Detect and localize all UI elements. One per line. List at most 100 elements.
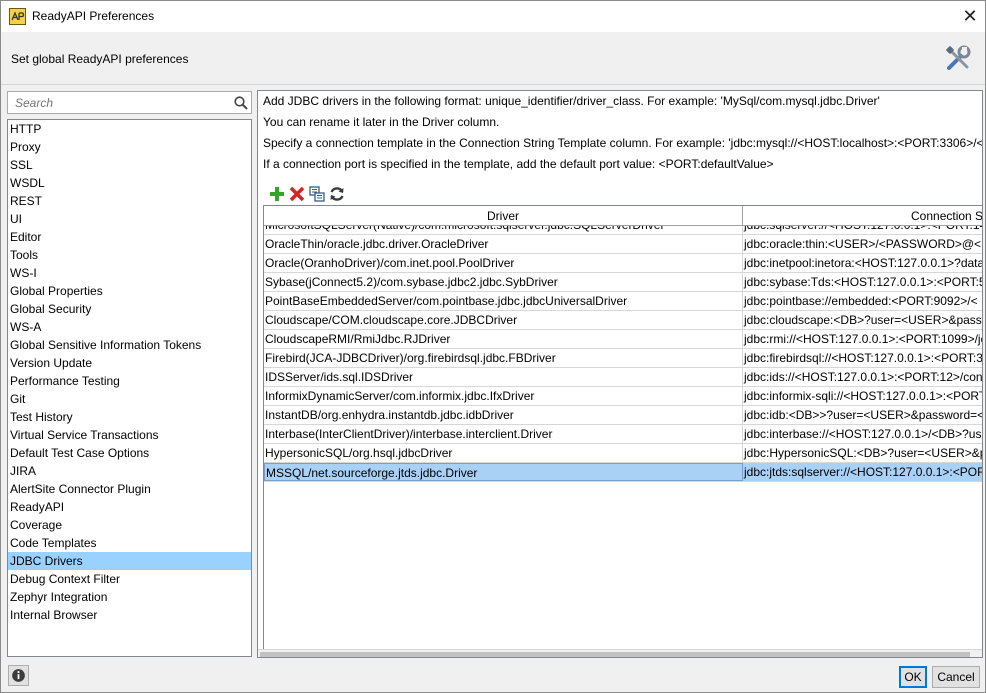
refresh-icon[interactable]	[328, 185, 346, 203]
connection-string-cell[interactable]: jdbc:firebirdsql://<HOST:127.0.0.1>:<POR…	[743, 349, 982, 367]
nav-item[interactable]: SSL	[8, 156, 251, 174]
nav-item[interactable]: Tools	[8, 246, 251, 264]
nav-item[interactable]: Code Templates	[8, 534, 251, 552]
connection-string-cell[interactable]: jdbc:informix-sqli://<HOST:127.0.0.1>:<P…	[743, 387, 982, 405]
table-row[interactable]: Oracle(OranhoDriver)/com.inet.pool.PoolD…	[264, 254, 982, 273]
table-row[interactable]: CloudscapeRMI/RmiJdbc.RJDriver jdbc:rmi:/…	[264, 330, 982, 349]
driver-cell[interactable]: PointBaseEmbeddedServer/com.pointbase.jd…	[264, 292, 743, 310]
connection-string-cell[interactable]: jdbc:HypersonicSQL:<DB>?user=<USER>&p	[743, 444, 982, 462]
column-header-driver[interactable]: Driver	[264, 206, 743, 226]
readyapi-app-icon	[9, 8, 26, 25]
ok-button[interactable]: OK	[899, 666, 927, 688]
jdbc-drivers-panel: Add JDBC drivers in the following format…	[257, 90, 983, 658]
driver-cell[interactable]: Sybase(jConnect5.2)/com.sybase.jdbc2.jdb…	[264, 273, 743, 291]
nav-item[interactable]: Default Test Case Options	[8, 444, 251, 462]
nav-item[interactable]: Editor	[8, 228, 251, 246]
info-line-rename: You can rename it later in the Driver co…	[263, 115, 500, 129]
nav-item[interactable]: WSDL	[8, 174, 251, 192]
info-icon[interactable]	[8, 665, 29, 686]
horizontal-scrollbar[interactable]	[258, 649, 982, 657]
copy-icon[interactable]	[308, 185, 326, 203]
search-box	[7, 91, 252, 114]
nav-item[interactable]: UI	[8, 210, 251, 228]
driver-cell[interactable]: Interbase(InterClientDriver)/interbase.i…	[264, 425, 743, 443]
connection-string-cell[interactable]: jdbc:inetpool:inetora:<HOST:127.0.0.1>?d…	[743, 254, 982, 272]
nav-item[interactable]: WS-A	[8, 318, 251, 336]
nav-item[interactable]: Debug Context Filter	[8, 570, 251, 588]
driver-cell[interactable]: InstantDB/org.enhydra.instantdb.jdbc.idb…	[264, 406, 743, 424]
driver-cell[interactable]: InformixDynamicServer/com.informix.jdbc.…	[264, 387, 743, 405]
driver-cell[interactable]: Cloudscape/COM.cloudscape.core.JDBCDrive…	[264, 311, 743, 329]
info-line-format: Add JDBC drivers in the following format…	[263, 94, 880, 108]
connection-string-cell[interactable]: jdbc:cloudscape:<DB>?user=<USER>&passw	[743, 311, 982, 329]
search-icon[interactable]	[234, 96, 248, 110]
nav-item[interactable]: Internal Browser	[8, 606, 251, 624]
table-row[interactable]: IDSServer/ids.sql.IDSDriver jdbc:ids://<H…	[264, 368, 982, 387]
nav-item[interactable]: Test History	[8, 408, 251, 426]
window-title: ReadyAPI Preferences	[32, 9, 155, 23]
nav-item[interactable]: JDBC Drivers	[8, 552, 251, 570]
nav-item[interactable]: Version Update	[8, 354, 251, 372]
nav-item[interactable]: Virtual Service Transactions	[8, 426, 251, 444]
nav-item[interactable]: AlertSite Connector Plugin	[8, 480, 251, 498]
nav-item[interactable]: Global Security	[8, 300, 251, 318]
cancel-button[interactable]: Cancel	[932, 666, 980, 688]
connection-string-cell[interactable]: jdbc:rmi://<HOST:127.0.0.1>:<PORT:1099>/…	[743, 330, 982, 348]
info-line-port: If a connection port is specified in the…	[263, 157, 774, 171]
driver-cell[interactable]: CloudscapeRMI/RmiJdbc.RJDriver	[264, 330, 743, 348]
driver-cell[interactable]: MSSQL/net.sourceforge.jtds.jdbc.Driver	[264, 463, 743, 481]
nav-item[interactable]: HTTP	[8, 120, 251, 138]
table-header: Driver Connection S	[264, 206, 982, 226]
remove-icon[interactable]	[288, 185, 306, 203]
nav-item[interactable]: Proxy	[8, 138, 251, 156]
table-row[interactable]: HypersonicSQL/org.hsql.jdbcDriver jdbc:Hy…	[264, 444, 982, 463]
nav-item[interactable]: Zephyr Integration	[8, 588, 251, 606]
driver-cell[interactable]: Firebird(JCA-JDBCDriver)/org.firebirdsql…	[264, 349, 743, 367]
connection-string-cell[interactable]: jdbc:idb:<DB>>?user=<USER>&password=<	[743, 406, 982, 424]
connection-string-cell[interactable]: jdbc:jtds:sqlserver://<HOST:127.0.0.1>:<…	[743, 463, 982, 481]
table-row[interactable]: MSSQL/net.sourceforge.jtds.jdbc.Driver jd…	[264, 463, 982, 482]
add-icon[interactable]	[268, 185, 286, 203]
nav-item[interactable]: Git	[8, 390, 251, 408]
table-row[interactable]: InstantDB/org.enhydra.instantdb.jdbc.idb…	[264, 406, 982, 425]
scrollbar-thumb[interactable]	[260, 652, 970, 657]
connection-string-cell[interactable]: jdbc:sybase:Tds:<HOST:127.0.0.1>:<PORT:5…	[743, 273, 982, 291]
driver-cell[interactable]: Oracle(OranhoDriver)/com.inet.pool.PoolD…	[264, 254, 743, 272]
table-row[interactable]: Firebird(JCA-JDBCDriver)/org.firebirdsql…	[264, 349, 982, 368]
connection-string-cell[interactable]: jdbc:pointbase://embedded:<PORT:9092>/<	[743, 292, 982, 310]
driver-cell[interactable]: OracleThin/oracle.jdbc.driver.OracleDriv…	[264, 235, 743, 253]
connection-string-cell[interactable]: jdbc:ids://<HOST:127.0.0.1>:<PORT:12>/co…	[743, 368, 982, 386]
nav-item[interactable]: WS-I	[8, 264, 251, 282]
jdbc-drivers-table: Driver Connection S MicrosoftSQLServer(N…	[263, 205, 982, 650]
preferences-nav-list: HTTP Proxy SSL WSDL REST UI Editor Tools WS-I Glo…	[7, 119, 252, 657]
tools-icon	[946, 45, 971, 70]
table-row[interactable]: Cloudscape/COM.cloudscape.core.JDBCDrive…	[264, 311, 982, 330]
table-row[interactable]: Sybase(jConnect5.2)/com.sybase.jdbc2.jdb…	[264, 273, 982, 292]
driver-cell[interactable]: IDSServer/ids.sql.IDSDriver	[264, 368, 743, 386]
search-input[interactable]	[10, 94, 225, 111]
connection-string-cell[interactable]: jdbc:sqlserver://<HOST:127.0.0.1>:<PORT:…	[743, 226, 982, 234]
table-row[interactable]: PointBaseEmbeddedServer/com.pointbase.jd…	[264, 292, 982, 311]
driver-cell[interactable]: HypersonicSQL/org.hsql.jdbcDriver	[264, 444, 743, 462]
info-line-template: Specify a connection template in the Con…	[263, 136, 983, 150]
column-header-connection-string[interactable]: Connection S	[743, 206, 982, 226]
table-row[interactable]: MicrosoftSQLServer(Native)/com.microsoft…	[264, 226, 982, 235]
nav-item[interactable]: Global Sensitive Information Tokens	[8, 336, 251, 354]
nav-item[interactable]: REST	[8, 192, 251, 210]
nav-item[interactable]: Performance Testing	[8, 372, 251, 390]
nav-item[interactable]: JIRA	[8, 462, 251, 480]
nav-item[interactable]: Global Properties	[8, 282, 251, 300]
preferences-dialog: ReadyAPI Preferences ✕ Set global ReadyA…	[0, 0, 986, 693]
table-row[interactable]: OracleThin/oracle.jdbc.driver.OracleDriv…	[264, 235, 982, 254]
nav-item[interactable]: ReadyAPI	[8, 498, 251, 516]
title-bar: ReadyAPI Preferences ✕	[1, 1, 985, 32]
driver-cell[interactable]: MicrosoftSQLServer(Native)/com.microsoft…	[264, 226, 743, 234]
close-icon[interactable]: ✕	[956, 3, 984, 29]
table-row[interactable]: InformixDynamicServer/com.informix.jdbc.…	[264, 387, 982, 406]
nav-item[interactable]: Coverage	[8, 516, 251, 534]
table-body: MicrosoftSQLServer(Native)/com.microsoft…	[264, 226, 982, 649]
connection-string-cell[interactable]: jdbc:oracle:thin:<USER>/<PASSWORD>@<HOST…	[743, 235, 982, 253]
table-row[interactable]: Interbase(InterClientDriver)/interbase.i…	[264, 425, 982, 444]
connection-string-cell[interactable]: jdbc:interbase://<HOST:127.0.0.1>/<DB>?u…	[743, 425, 982, 443]
header-description: Set global ReadyAPI preferences	[11, 52, 189, 66]
